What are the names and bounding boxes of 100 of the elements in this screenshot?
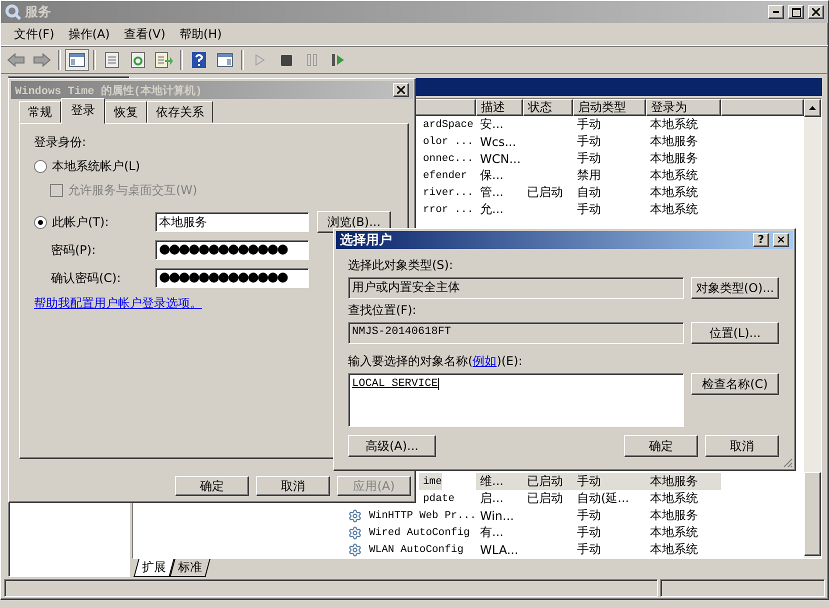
table-cell: 手动 bbox=[577, 507, 601, 524]
table-cell: 禁用 bbox=[577, 167, 601, 184]
cancel-button[interactable]: 取消 bbox=[705, 435, 779, 457]
service-name[interactable]: rror ... bbox=[419, 201, 474, 218]
table-cell: 本地系统 bbox=[650, 541, 698, 558]
table-cell: 维... bbox=[480, 473, 504, 490]
scroll-up-button[interactable] bbox=[804, 99, 821, 117]
table-cell: 有... bbox=[480, 524, 504, 541]
this-account-radio[interactable]: 此帐户(T): bbox=[34, 213, 155, 231]
column-header[interactable]: 状态 bbox=[523, 99, 573, 116]
properties-icon bbox=[105, 52, 119, 68]
table-cell: 手动 bbox=[577, 541, 601, 558]
table-cell: 本地服务 bbox=[650, 473, 698, 490]
table-cell: 手动 bbox=[577, 201, 601, 218]
table-cell: 已启动 bbox=[527, 184, 563, 201]
check-names-button[interactable]: 检查名称(C) bbox=[691, 373, 779, 395]
close-icon bbox=[397, 86, 405, 94]
table-cell: WLA... bbox=[480, 542, 518, 556]
column-header[interactable]: 启动类型 bbox=[573, 99, 646, 116]
maximize-icon bbox=[792, 8, 800, 16]
gear-icon bbox=[348, 526, 362, 540]
table-cell: 本地系统 bbox=[650, 490, 698, 507]
dialog-button[interactable]: 取消 bbox=[256, 476, 330, 496]
service-name[interactable]: WLAN AutoConfig bbox=[365, 541, 464, 558]
tab[interactable]: 登录 bbox=[61, 98, 105, 124]
table-cell: 保... bbox=[480, 167, 504, 184]
view-tab[interactable]: 标准 bbox=[170, 559, 210, 577]
minimize-button[interactable] bbox=[768, 5, 784, 19]
table-cell: 手动 bbox=[577, 116, 601, 133]
table-cell: 手动 bbox=[577, 150, 601, 167]
table-cell: 本地服务 bbox=[650, 133, 698, 150]
dialog-button[interactable]: 确定 bbox=[175, 476, 249, 496]
minimize-icon bbox=[773, 11, 779, 13]
service-name[interactable]: WinHTTP Web Pr... bbox=[365, 507, 476, 524]
local-system-radio[interactable]: 本地系统帐户(L) bbox=[34, 157, 394, 175]
service-name[interactable]: onnec... bbox=[419, 150, 474, 167]
table-cell: 本地系统 bbox=[650, 201, 698, 218]
table-cell: 手动 bbox=[577, 524, 601, 541]
table-cell: Wcs... bbox=[480, 134, 516, 148]
help-button[interactable]: ? bbox=[753, 233, 769, 247]
table-cell: 本地系统 bbox=[650, 116, 698, 133]
table-cell: 安... bbox=[480, 116, 504, 133]
table-cell: 已启动 bbox=[527, 473, 563, 490]
advanced-button[interactable]: 高级(A)... bbox=[348, 435, 436, 457]
table-cell: 本地服务 bbox=[650, 150, 698, 167]
services-icon bbox=[5, 4, 21, 20]
gear-icon bbox=[348, 542, 362, 556]
logon-as-label: 登录身份: bbox=[34, 134, 88, 151]
view-tab[interactable]: 扩展 bbox=[134, 559, 174, 577]
window-title: 服务 bbox=[25, 4, 52, 21]
dialog-title: 选择用户 bbox=[340, 232, 393, 249]
service-name[interactable]: ime bbox=[419, 473, 442, 490]
help-link[interactable]: 帮助我配置用户帐户登录选项。 bbox=[34, 296, 202, 310]
service-name[interactable]: efender bbox=[419, 167, 468, 184]
menu-item[interactable]: 查看(V) bbox=[116, 26, 172, 42]
scroll-thumb[interactable] bbox=[804, 472, 821, 556]
confirm-password-label: 确认密码(C): bbox=[50, 270, 122, 286]
toolbar-button[interactable] bbox=[152, 49, 176, 71]
object-type-field: 用户或内置安全主体 bbox=[348, 277, 684, 299]
service-name[interactable]: ardSpace bbox=[419, 116, 474, 133]
forward-arrow-icon bbox=[33, 53, 51, 67]
table-cell: WCN... bbox=[480, 152, 521, 166]
service-name[interactable]: pdate bbox=[419, 490, 455, 507]
locations-button[interactable]: 位置(L)... bbox=[691, 322, 779, 344]
close-button[interactable] bbox=[808, 5, 824, 19]
close-button[interactable]: × bbox=[773, 233, 789, 247]
account-field[interactable]: 本地服务 bbox=[155, 212, 309, 232]
menu-item[interactable]: 文件(F) bbox=[7, 26, 62, 42]
pause-icon bbox=[307, 54, 317, 66]
close-button[interactable] bbox=[393, 83, 409, 97]
table-cell: 手动 bbox=[577, 473, 601, 490]
service-name[interactable]: river... bbox=[419, 184, 474, 201]
menu-item[interactable]: 帮助(H) bbox=[172, 26, 229, 42]
table-cell: 自动 bbox=[577, 184, 601, 201]
help-icon bbox=[192, 52, 206, 68]
tab[interactable]: 依存关系 bbox=[147, 101, 213, 123]
resize-grip-icon[interactable] bbox=[782, 457, 793, 468]
tab[interactable]: 常规 bbox=[19, 101, 61, 123]
object-names-label: 输入要选择的对象名称(例如)(E): bbox=[348, 354, 522, 368]
ok-button[interactable]: 确定 bbox=[624, 435, 698, 457]
scrollbar[interactable] bbox=[804, 99, 821, 558]
object-types-button[interactable]: 对象类型(O)... bbox=[691, 277, 779, 299]
action-pane-icon bbox=[217, 53, 233, 67]
maximize-button[interactable] bbox=[788, 5, 804, 19]
toolbar-button[interactable] bbox=[65, 49, 89, 71]
play-icon bbox=[255, 54, 265, 66]
menu-item[interactable]: 操作(A) bbox=[61, 26, 117, 42]
column-header[interactable]: 登录为 bbox=[646, 99, 721, 116]
examples-link[interactable]: 例如 bbox=[472, 354, 497, 368]
password-field[interactable]: ●●●●●●●●●●●●● bbox=[155, 240, 309, 260]
confirm-password-field[interactable]: ●●●●●●●●●●●●● bbox=[155, 268, 309, 288]
location-field: NMJS-20140618FT bbox=[348, 322, 684, 344]
service-name[interactable]: Wired AutoConfig bbox=[365, 524, 470, 541]
gear-icon bbox=[348, 508, 362, 522]
object-names-field[interactable]: LOCAL SERVICE bbox=[348, 373, 684, 427]
location-label: 查找位置(F): bbox=[348, 303, 416, 317]
tab[interactable]: 恢复 bbox=[105, 101, 147, 123]
stop-icon bbox=[280, 54, 292, 66]
column-header[interactable]: 描述 bbox=[476, 99, 523, 116]
service-name[interactable]: olor ... bbox=[419, 133, 474, 150]
